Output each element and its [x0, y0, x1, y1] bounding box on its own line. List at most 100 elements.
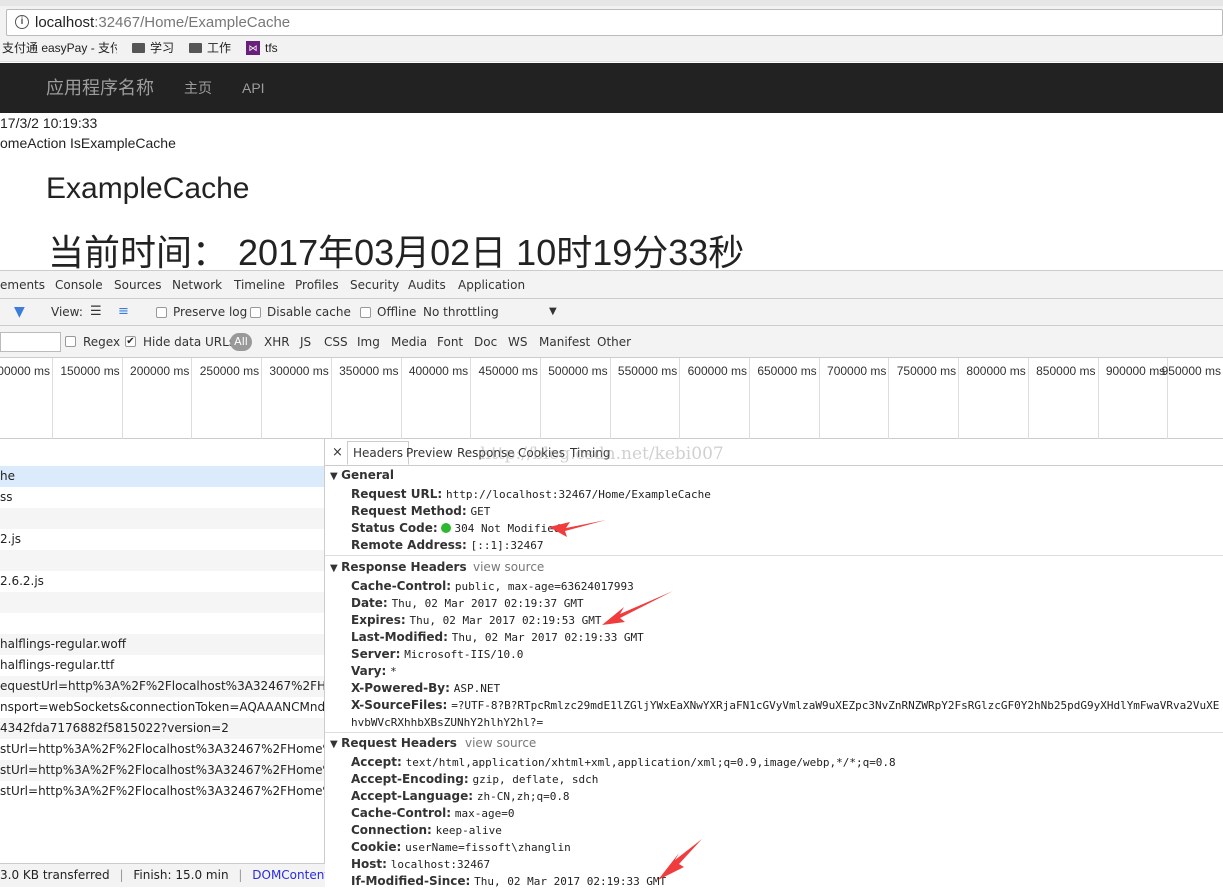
request-row[interactable]: halflings-regular.woff	[0, 634, 324, 655]
site-navbar: 应用程序名称 主页 API	[0, 63, 1223, 113]
request-row[interactable]	[0, 550, 324, 571]
brand-link[interactable]: 应用程序名称	[46, 63, 154, 113]
header-value: Thu, 02 Mar 2017 02:19:37 GMT	[391, 597, 584, 610]
tab-network[interactable]: Network	[165, 271, 230, 301]
address-bar[interactable]: i localhost:32467/Home/ExampleCache	[6, 9, 1223, 36]
chevron-down-icon[interactable]: ▼	[549, 299, 557, 325]
status-dot-icon	[441, 523, 452, 533]
header-name: Request URL:	[351, 487, 443, 501]
filter-js[interactable]: JS	[300, 326, 311, 358]
header-name: Status Code:	[351, 521, 438, 535]
filter-other[interactable]: Other	[597, 326, 631, 358]
tab-headers[interactable]: Headers	[347, 441, 409, 465]
header-name: Last-Modified:	[351, 630, 448, 644]
nav-api[interactable]: API	[242, 63, 265, 113]
request-row[interactable]: he	[0, 466, 324, 487]
info-icon[interactable]: i	[15, 15, 29, 29]
waterfall-view-icon[interactable]: ≡	[118, 299, 129, 325]
header-row: Vary: *	[351, 663, 1223, 680]
request-row[interactable]	[0, 508, 324, 529]
filter-all[interactable]: All	[230, 333, 252, 351]
tab-timeline[interactable]: Timeline	[234, 271, 285, 299]
filter-icon[interactable]: ▼	[14, 299, 25, 325]
disable-cache-checkbox[interactable]	[250, 307, 261, 318]
preserve-log-checkbox[interactable]	[156, 307, 167, 318]
tab-preview[interactable]: Preview	[406, 442, 453, 464]
offline-checkbox[interactable]	[360, 307, 371, 318]
header-name: X-SourceFiles:	[351, 698, 448, 712]
devtools: ements Console Sources Network Timeline …	[0, 270, 1223, 890]
view-source-link[interactable]: view source	[465, 736, 536, 750]
timeline-tick: 400000 ms	[402, 358, 472, 439]
request-row[interactable]: nsport=webSockets&connectionToken=AQAAAN…	[0, 697, 324, 718]
request-row[interactable]: 2.6.2.js	[0, 571, 324, 592]
filter-input[interactable]	[0, 332, 61, 352]
collapse-triangle-icon[interactable]: ▼	[330, 563, 341, 574]
bookmark-label: tfs	[265, 41, 278, 55]
timeline-tick: 450000 ms	[472, 358, 541, 439]
header-row: Accept-Language: zh-CN,zh;q=0.8	[351, 788, 1223, 805]
filter-manifest[interactable]: Manifest	[539, 326, 590, 358]
header-row: Cookie: userName=fissoft\zhanglin	[351, 839, 1223, 856]
tab-elements[interactable]: ements	[0, 271, 45, 299]
tab-console[interactable]: Console	[55, 271, 103, 299]
filter-css[interactable]: CSS	[324, 326, 348, 358]
regex-checkbox[interactable]	[65, 336, 76, 347]
request-row[interactable]: stUrl=http%3A%2F%2Flocalhost%3A32467%2FH…	[0, 760, 324, 781]
header-value: Thu, 02 Mar 2017 02:19:53 GMT	[409, 614, 602, 627]
collapse-triangle-icon[interactable]: ▼	[330, 471, 341, 482]
throttling-select[interactable]: No throttling	[423, 299, 563, 325]
filter-img[interactable]: Img	[357, 326, 380, 358]
filter-media[interactable]: Media	[391, 326, 427, 358]
collapse-triangle-icon[interactable]: ▼	[330, 739, 341, 750]
view-source-link[interactable]: view source	[473, 560, 544, 574]
nav-home[interactable]: 主页	[184, 63, 212, 113]
request-row[interactable]	[0, 592, 324, 613]
divider	[325, 732, 1223, 733]
tab-audits[interactable]: Audits	[408, 271, 446, 299]
general-section[interactable]: ▼ General	[330, 468, 394, 482]
request-row[interactable]: stUrl=http%3A%2F%2Flocalhost%3A32467%2FH…	[0, 781, 324, 802]
timeline-overview[interactable]: 100000 ms150000 ms200000 ms250000 ms3000…	[0, 358, 1223, 439]
request-row[interactable]: equestUrl=http%3A%2F%2Flocalhost%3A32467…	[0, 676, 324, 697]
bookmark-folder-study[interactable]: 学习	[132, 36, 174, 60]
header-name: X-Powered-By:	[351, 681, 450, 695]
timeline-tick: 600000 ms	[681, 358, 750, 439]
bookmark-easypay[interactable]: 支付通 easyPay - 支付	[2, 36, 117, 60]
tab-profiles[interactable]: Profiles	[295, 271, 339, 299]
filter-font[interactable]: Font	[437, 326, 463, 358]
filter-xhr[interactable]: XHR	[264, 326, 290, 358]
header-name: Connection:	[351, 823, 432, 837]
folder-icon	[189, 43, 202, 53]
devtools-tabs: ements Console Sources Network Timeline …	[0, 271, 1223, 301]
request-row[interactable]: ss	[0, 487, 324, 508]
filter-doc[interactable]: Doc	[474, 326, 497, 358]
tab-sources[interactable]: Sources	[114, 271, 161, 299]
request-row[interactable]	[0, 613, 324, 634]
current-time-heading: 当前时间： 2017年03月02日 10时19分33秒	[48, 232, 745, 273]
header-name: Cookie:	[351, 840, 402, 854]
filter-ws[interactable]: WS	[508, 326, 527, 358]
header-value-continuation: hY2hl?=	[496, 716, 544, 729]
request-row[interactable]: stUrl=http%3A%2F%2Flocalhost%3A32467%2FH…	[0, 739, 324, 760]
bookmark-folder-work[interactable]: 工作	[189, 36, 231, 60]
response-headers-section[interactable]: ▼ Response Headers view source	[330, 560, 544, 574]
request-headers-section[interactable]: ▼ Request Headers view source	[330, 736, 536, 750]
close-icon[interactable]: ×	[332, 442, 343, 464]
header-row: Host: localhost:32467	[351, 856, 1223, 873]
header-value: localhost:32467	[390, 858, 491, 871]
list-view-icon[interactable]: ☰	[90, 299, 102, 325]
transferred: 3.0 KB transferred	[0, 868, 110, 882]
timeline-tick: 850000 ms	[1030, 358, 1099, 439]
header-name: Server:	[351, 647, 401, 661]
header-row: Last-Modified: Thu, 02 Mar 2017 02:19:33…	[351, 629, 1223, 646]
request-row[interactable]: halflings-regular.ttf	[0, 655, 324, 676]
tab-application[interactable]: Application	[458, 271, 525, 299]
page-title: ExampleCache	[46, 172, 250, 205]
tab-security[interactable]: Security	[350, 271, 399, 299]
request-row[interactable]: 4342fda7176882f5815022?version=2	[0, 718, 324, 739]
bookmark-tfs[interactable]: ⋈ tfs	[246, 36, 278, 60]
hide-data-urls-checkbox[interactable]: ✔	[125, 336, 136, 347]
request-list: he ss 2.js 2.6.2.js halflings-regular.woff ha…	[0, 439, 325, 863]
request-row[interactable]: 2.js	[0, 529, 324, 550]
